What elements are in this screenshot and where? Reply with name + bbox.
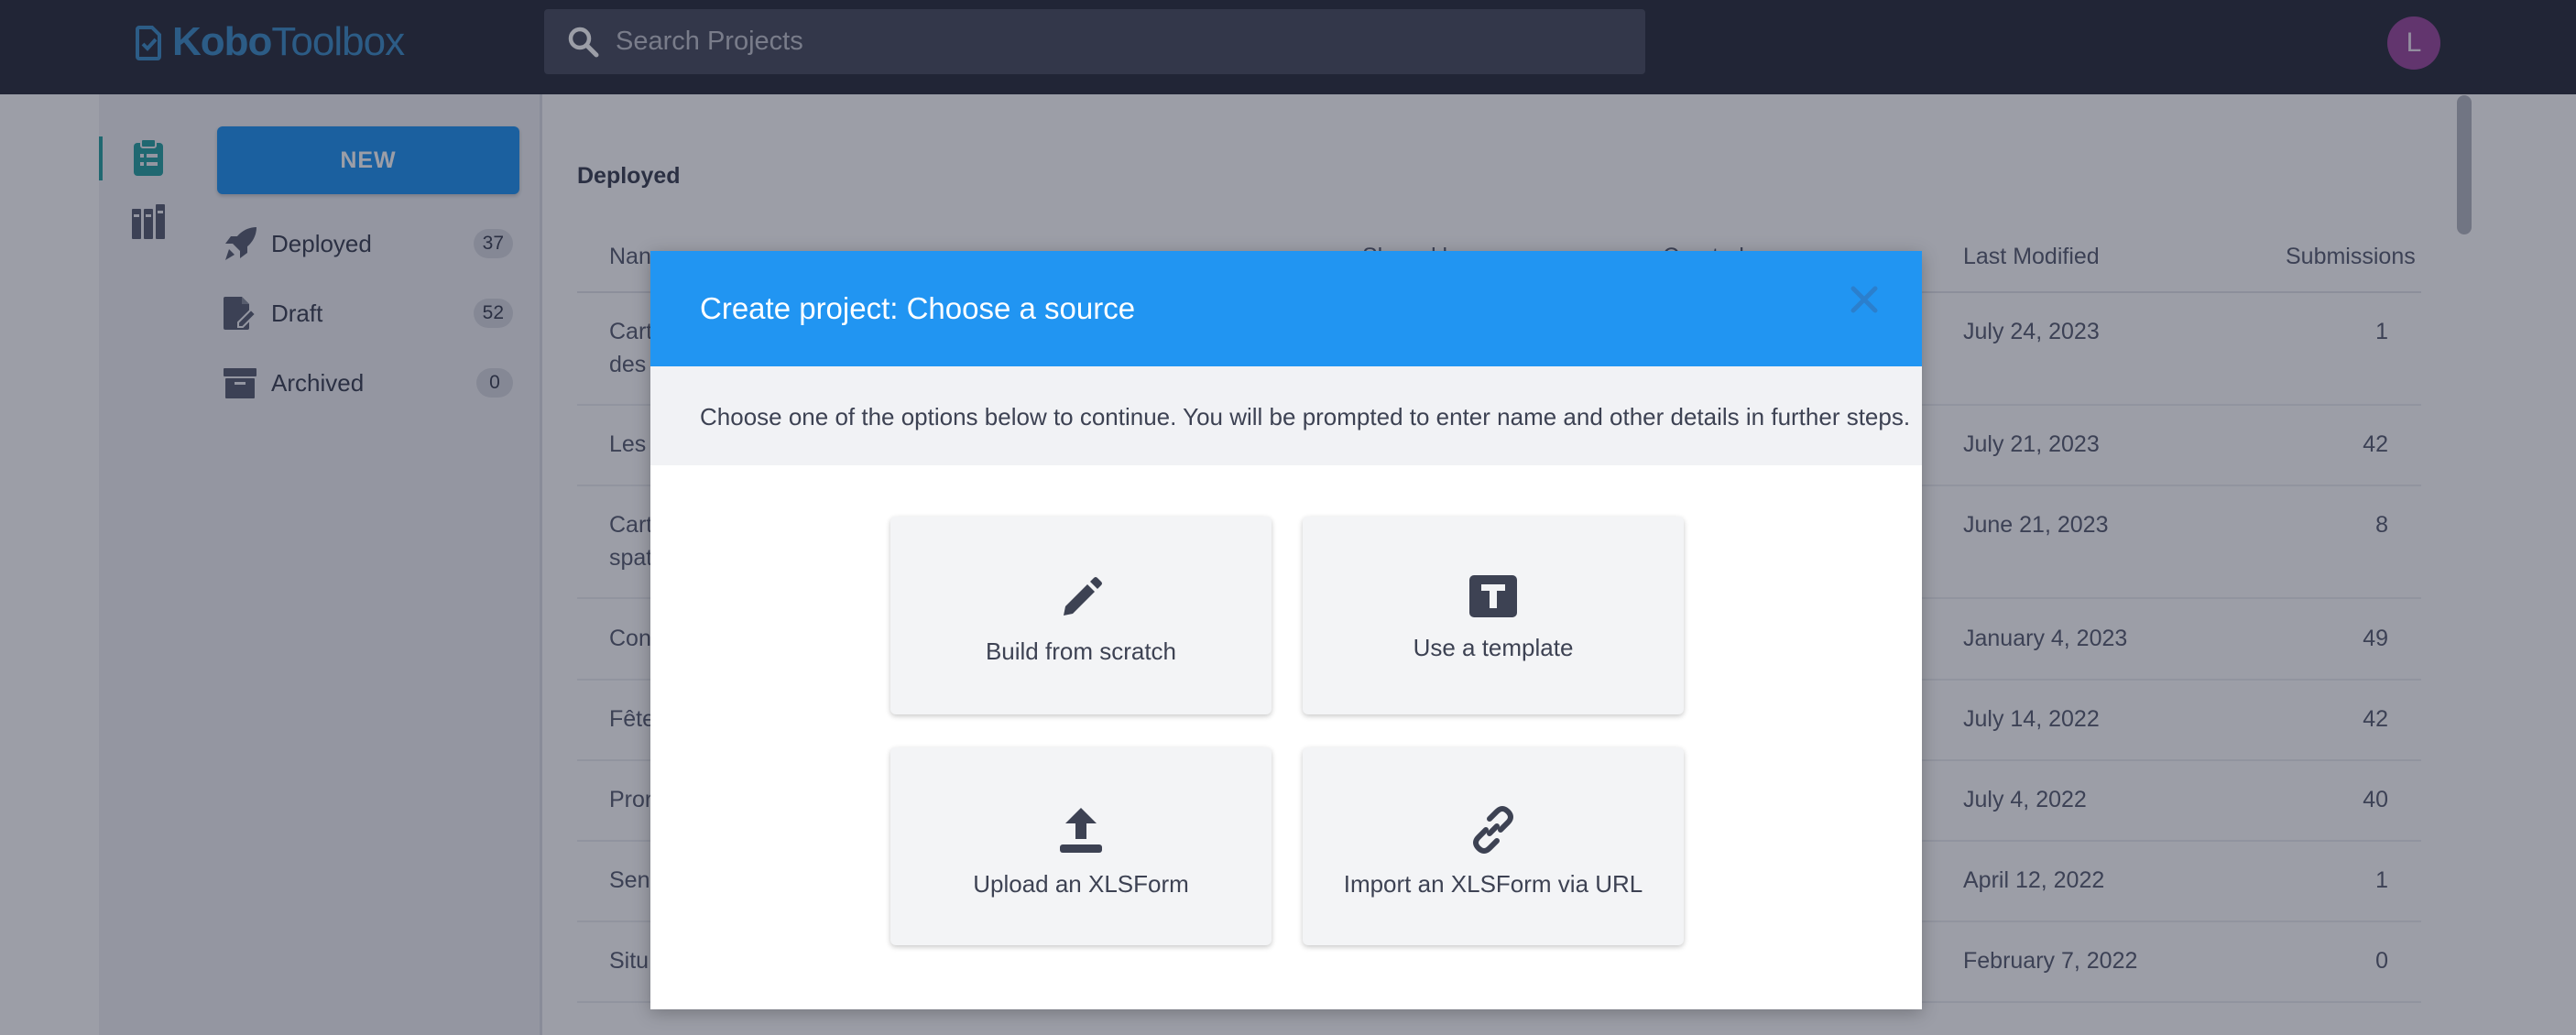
upload-icon — [1060, 808, 1102, 853]
pencil-icon — [1064, 577, 1102, 616]
close-button[interactable] — [1841, 277, 1887, 322]
tile-label: Import an XLSForm via URL — [1343, 870, 1643, 898]
template-icon — [1469, 575, 1517, 617]
tile-label: Upload an XLSForm — [973, 870, 1189, 898]
tile-label: Build from scratch — [985, 637, 1177, 665]
upload-xlsform-button[interactable]: Upload an XLSForm — [890, 747, 1272, 945]
create-project-modal: Create project: Choose a source Choose o… — [650, 251, 1922, 1009]
build-from-scratch-button[interactable]: Build from scratch — [890, 517, 1272, 714]
modal-instructions: Choose one of the options below to conti… — [650, 366, 1922, 465]
modal-header: Create project: Choose a source — [650, 251, 1922, 366]
modal-instructions-text: Choose one of the options below to conti… — [700, 403, 1911, 430]
tile-label: Use a template — [1413, 634, 1574, 661]
use-template-button[interactable]: Use a template — [1303, 517, 1684, 714]
link-icon — [1473, 806, 1513, 854]
modal-title: Create project: Choose a source — [700, 291, 1136, 325]
close-icon — [1850, 286, 1878, 313]
import-xlsform-url-button[interactable]: Import an XLSForm via URL — [1303, 747, 1684, 945]
